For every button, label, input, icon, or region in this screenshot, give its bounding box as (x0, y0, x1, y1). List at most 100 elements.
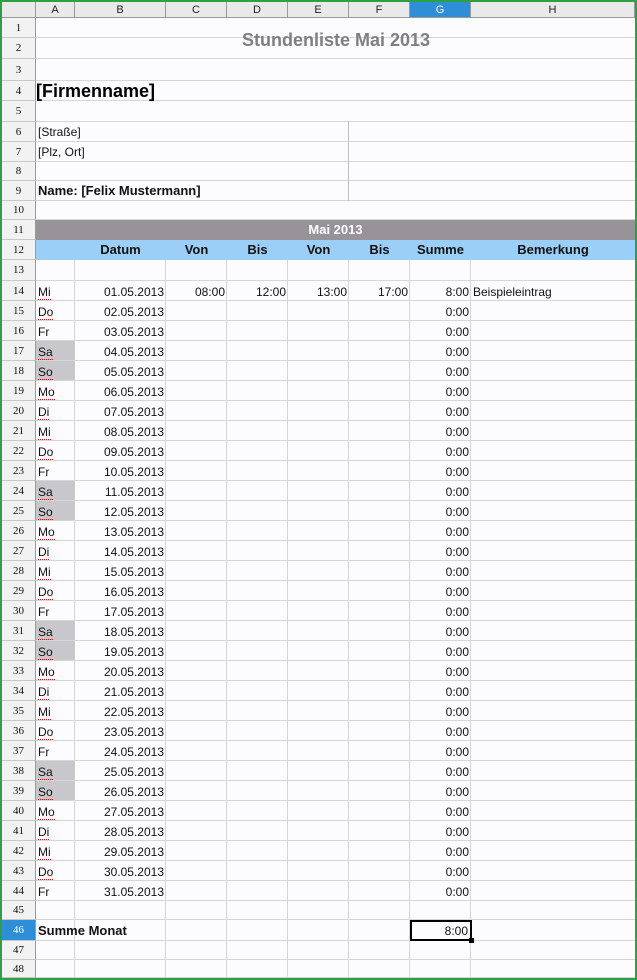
row-header-41[interactable]: 41 (2, 821, 36, 841)
sum-cell[interactable]: 0:00 (410, 881, 471, 901)
row-header-28[interactable]: 28 (2, 561, 36, 581)
sum-cell[interactable]: 0:00 (410, 381, 471, 401)
sum-cell[interactable]: 0:00 (410, 321, 471, 341)
row-header-27[interactable]: 27 (2, 541, 36, 561)
weekday-cell[interactable]: Mi (36, 561, 75, 581)
row-header-39[interactable]: 39 (2, 781, 36, 801)
date-cell[interactable]: 26.05.2013 (75, 781, 166, 801)
row-header-17[interactable]: 17 (2, 341, 36, 361)
date-cell[interactable]: 27.05.2013 (75, 801, 166, 821)
row-header-33[interactable]: 33 (2, 661, 36, 681)
row-header-24[interactable]: 24 (2, 481, 36, 501)
row-header-2[interactable]: 2 (2, 38, 36, 59)
date-cell[interactable]: 16.05.2013 (75, 581, 166, 601)
row-header-21[interactable]: 21 (2, 421, 36, 441)
row-header-1[interactable]: 1 (2, 18, 36, 38)
weekday-cell[interactable]: Mi (36, 421, 75, 441)
sum-cell[interactable]: 0:00 (410, 361, 471, 381)
sum-cell[interactable]: 0:00 (410, 681, 471, 701)
weekday-cell[interactable]: Fr (36, 461, 75, 481)
end-time-1-cell[interactable]: 12:00 (227, 281, 288, 301)
weekday-cell[interactable]: So (36, 641, 75, 661)
weekday-cell[interactable]: Mi (36, 281, 75, 301)
sum-cell[interactable]: 0:00 (410, 801, 471, 821)
sum-cell[interactable]: 0:00 (410, 701, 471, 721)
column-header-d[interactable]: D (227, 2, 288, 18)
row-header-31[interactable]: 31 (2, 621, 36, 641)
sum-cell[interactable]: 0:00 (410, 861, 471, 881)
date-cell[interactable]: 12.05.2013 (75, 501, 166, 521)
row-header-11[interactable]: 11 (2, 220, 36, 240)
weekday-cell[interactable]: Do (36, 861, 75, 881)
sum-cell[interactable]: 0:00 (410, 461, 471, 481)
weekday-cell[interactable]: So (36, 781, 75, 801)
row-header-19[interactable]: 19 (2, 381, 36, 401)
weekday-cell[interactable]: Sa (36, 761, 75, 781)
note-cell[interactable]: Beispieleintrag (471, 281, 635, 301)
weekday-cell[interactable]: Sa (36, 341, 75, 361)
date-cell[interactable]: 18.05.2013 (75, 621, 166, 641)
column-header-b[interactable]: B (75, 2, 166, 18)
row-header-15[interactable]: 15 (2, 301, 36, 321)
date-cell[interactable]: 06.05.2013 (75, 381, 166, 401)
date-cell[interactable]: 09.05.2013 (75, 441, 166, 461)
weekday-cell[interactable]: Do (36, 721, 75, 741)
row-header-34[interactable]: 34 (2, 681, 36, 701)
select-all-corner[interactable] (2, 2, 36, 18)
date-cell[interactable]: 03.05.2013 (75, 321, 166, 341)
row-header-8[interactable]: 8 (2, 162, 36, 181)
date-cell[interactable]: 29.05.2013 (75, 841, 166, 861)
row-header-23[interactable]: 23 (2, 461, 36, 481)
weekday-cell[interactable]: Mi (36, 701, 75, 721)
sum-cell[interactable]: 0:00 (410, 741, 471, 761)
sum-cell[interactable]: 0:00 (410, 421, 471, 441)
row-header-45[interactable]: 45 (2, 901, 36, 920)
date-cell[interactable]: 23.05.2013 (75, 721, 166, 741)
date-cell[interactable]: 04.05.2013 (75, 341, 166, 361)
sum-cell[interactable]: 0:00 (410, 401, 471, 421)
sum-cell[interactable]: 0:00 (410, 501, 471, 521)
row-header-3[interactable]: 3 (2, 59, 36, 81)
sum-cell[interactable]: 0:00 (410, 841, 471, 861)
end-time-2-cell[interactable]: 17:00 (349, 281, 410, 301)
weekday-cell[interactable]: So (36, 501, 75, 521)
row-header-26[interactable]: 26 (2, 521, 36, 541)
sum-cell[interactable]: 0:00 (410, 661, 471, 681)
date-cell[interactable]: 07.05.2013 (75, 401, 166, 421)
column-header-g[interactable]: G (410, 2, 471, 18)
row-header-44[interactable]: 44 (2, 881, 36, 901)
row-header-46[interactable]: 46 (2, 920, 36, 941)
row-header-32[interactable]: 32 (2, 641, 36, 661)
date-cell[interactable]: 22.05.2013 (75, 701, 166, 721)
row-header-4[interactable]: 4 (2, 81, 36, 101)
date-cell[interactable]: 02.05.2013 (75, 301, 166, 321)
weekday-cell[interactable]: Sa (36, 481, 75, 501)
column-header-a[interactable]: A (36, 2, 75, 18)
sum-cell[interactable]: 0:00 (410, 561, 471, 581)
weekday-cell[interactable]: Fr (36, 601, 75, 621)
row-header-30[interactable]: 30 (2, 601, 36, 621)
row-header-43[interactable]: 43 (2, 861, 36, 881)
date-cell[interactable]: 05.05.2013 (75, 361, 166, 381)
row-header-6[interactable]: 6 (2, 122, 36, 142)
column-header-c[interactable]: C (166, 2, 227, 18)
date-cell[interactable]: 13.05.2013 (75, 521, 166, 541)
weekday-cell[interactable]: Di (36, 821, 75, 841)
row-header-47[interactable]: 47 (2, 941, 36, 960)
date-cell[interactable]: 25.05.2013 (75, 761, 166, 781)
date-cell[interactable]: 30.05.2013 (75, 861, 166, 881)
weekday-cell[interactable]: Fr (36, 741, 75, 761)
row-header-9[interactable]: 9 (2, 181, 36, 201)
row-header-16[interactable]: 16 (2, 321, 36, 341)
row-header-20[interactable]: 20 (2, 401, 36, 421)
sum-cell[interactable]: 0:00 (410, 781, 471, 801)
date-cell[interactable]: 14.05.2013 (75, 541, 166, 561)
sum-cell[interactable]: 0:00 (410, 621, 471, 641)
date-cell[interactable]: 28.05.2013 (75, 821, 166, 841)
start-time-1-cell[interactable]: 08:00 (166, 281, 227, 301)
row-header-25[interactable]: 25 (2, 501, 36, 521)
weekday-cell[interactable]: Mo (36, 521, 75, 541)
sum-cell[interactable]: 0:00 (410, 521, 471, 541)
sum-cell[interactable]: 0:00 (410, 341, 471, 361)
row-header-36[interactable]: 36 (2, 721, 36, 741)
